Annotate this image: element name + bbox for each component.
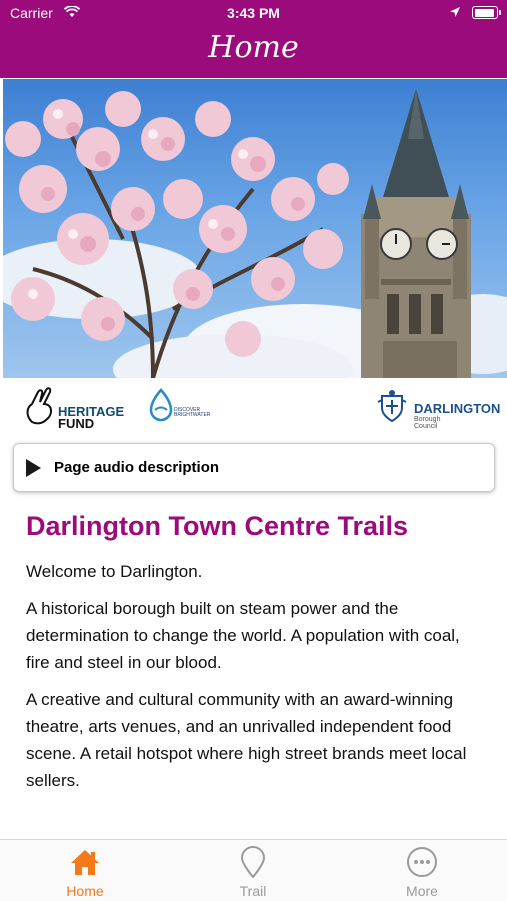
tab-bar: Home Trail More — [0, 839, 507, 901]
history-paragraph: A historical borough built on steam powe… — [26, 599, 460, 672]
home-icon — [71, 850, 99, 875]
heritage-line2: FUND — [58, 416, 95, 431]
tab-more-label: More — [406, 883, 438, 899]
hero-image — [3, 79, 507, 378]
audio-description-button[interactable]: Page audio description — [13, 443, 495, 492]
culture-paragraph: A creative and cultural community with a… — [26, 690, 467, 790]
main-content: Darlington Town Centre Trails Welcome to… — [26, 510, 486, 804]
battery-icon — [472, 6, 501, 19]
location-arrow-icon — [450, 7, 460, 17]
play-icon — [26, 459, 41, 477]
crossed-fingers-icon — [26, 387, 52, 425]
water-drop-icon — [149, 388, 173, 422]
page-heading: Darlington Town Centre Trails — [26, 511, 409, 541]
heritage-fund-logo: HERITAGE FUND — [24, 386, 124, 431]
brightwater-line2: BRIGHTWATER — [174, 412, 211, 418]
header-bar: Carrier 3:43 PM Home — [0, 0, 507, 78]
darlington-name: DARLINGTON — [414, 401, 501, 416]
partner-logos: HERITAGE FUND DISCOVER BRIGHTWATER DARLI… — [0, 378, 507, 440]
tab-trail[interactable]: Trail — [193, 840, 313, 901]
hero-illustration — [3, 89, 507, 378]
map-pin-icon — [240, 846, 266, 878]
status-time: 3:43 PM — [227, 5, 280, 21]
audio-description-label: Page audio description — [54, 459, 220, 476]
darlington-sub: Borough Council — [414, 416, 441, 430]
darlington-council-logo: DARLINGTON Borough Council — [374, 388, 500, 430]
tab-more[interactable]: More — [362, 840, 482, 901]
status-bar: Carrier 3:43 PM — [0, 0, 507, 28]
tab-trail-label: Trail — [239, 883, 267, 899]
crest-icon — [377, 390, 407, 423]
tab-home[interactable]: Home — [25, 840, 145, 901]
discover-brightwater-logo: DISCOVER BRIGHTWATER — [146, 386, 210, 427]
intro-paragraph: Welcome to Darlington. — [26, 562, 203, 581]
page-title: Home — [208, 30, 299, 65]
more-icon — [407, 847, 437, 877]
tab-home-label: Home — [66, 883, 104, 899]
